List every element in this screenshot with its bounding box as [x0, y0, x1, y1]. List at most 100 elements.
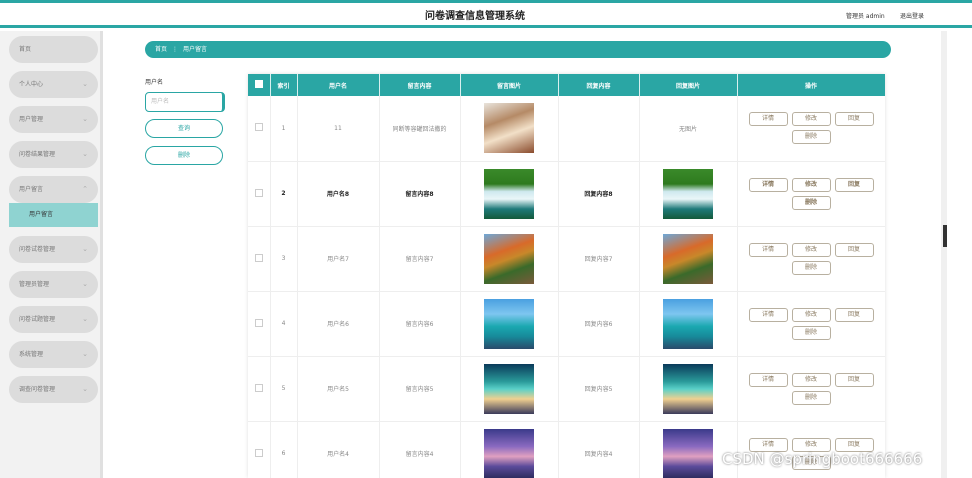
breadcrumb-home[interactable]: 首页: [155, 46, 167, 53]
reply-cell: 回复内容7: [558, 226, 640, 292]
reply-cell: [558, 96, 640, 162]
sidebar-item-label: 个人中心: [19, 81, 44, 88]
detail-button[interactable]: 详情: [748, 177, 788, 192]
sidebar-item-label: 问卷结果管理: [19, 151, 56, 158]
delete-selected-button[interactable]: 删除: [145, 146, 223, 165]
reply-image: [663, 363, 713, 414]
content-cell: 留言内容6: [379, 291, 461, 357]
content-cell: 留言内容8: [379, 161, 461, 227]
sidebar-item-label: 用户管理: [19, 116, 44, 123]
row-checkbox[interactable]: [254, 318, 263, 327]
message-image: [484, 428, 534, 478]
username-cell: 用户名6: [297, 291, 380, 357]
row-checkbox[interactable]: [254, 188, 263, 197]
app-title: 问卷调查信息管理系统: [425, 11, 525, 22]
sidebar-item-home[interactable]: 首页: [9, 36, 98, 63]
column-header: 用户名: [297, 74, 380, 96]
delete-button[interactable]: 删除: [791, 260, 831, 275]
delete-button[interactable]: 删除: [791, 390, 831, 405]
chevron-down-icon: ⌄: [82, 245, 88, 253]
chevron-down-icon: ⌄: [82, 280, 88, 288]
sidebar-item-survey-results[interactable]: 问卷结果管理 ⌄: [9, 141, 98, 168]
edit-button[interactable]: 修改: [791, 372, 831, 387]
column-header: 回复图片: [639, 74, 738, 96]
message-image: [484, 103, 534, 154]
sidebar-item-user-messages[interactable]: 用户留言 ⌃: [9, 176, 98, 203]
message-image: [484, 168, 534, 219]
column-header: 操作: [737, 74, 885, 96]
select-all-checkbox[interactable]: [254, 80, 263, 88]
content-cell: 同断等容罐回法撒的: [379, 96, 461, 162]
username-search-input[interactable]: 用户名: [145, 92, 225, 112]
detail-button[interactable]: 详情: [748, 112, 788, 127]
row-checkbox[interactable]: [254, 383, 263, 392]
search-button[interactable]: 查询: [145, 119, 223, 138]
username-cell: 用户名4: [297, 421, 380, 478]
reply-button[interactable]: 回复: [834, 112, 874, 127]
chevron-down-icon: ⌄: [82, 115, 88, 123]
sidebar-item-label: 调查问卷管理: [19, 386, 56, 393]
index-cell: 5: [270, 356, 298, 422]
message-image: [484, 363, 534, 414]
column-header: 留言图片: [460, 74, 559, 96]
sidebar-item-label: 用户留言: [19, 186, 44, 193]
edit-button[interactable]: 修改: [791, 307, 831, 322]
edit-button[interactable]: 修改: [791, 242, 831, 257]
reply-image-cell: 无图片: [639, 96, 738, 162]
page-scrollbar-thumb[interactable]: [943, 225, 947, 247]
column-header: 回复内容: [558, 74, 640, 96]
delete-button[interactable]: 删除: [791, 195, 831, 210]
reply-image: [663, 168, 713, 219]
row-checkbox[interactable]: [254, 123, 263, 132]
row-actions: 详情 修改 回复删除: [746, 241, 876, 277]
sidebar-item-system-management[interactable]: 系统管理 ⌄: [9, 341, 98, 368]
message-image: [484, 233, 534, 284]
table-header-row: 索引 用户名 留言内容 留言图片 回复内容 回复图片 操作: [248, 74, 885, 96]
sidebar-item-label: 系统管理: [19, 351, 44, 358]
reply-button[interactable]: 回复: [834, 177, 874, 192]
row-actions: 详情 修改 回复删除: [746, 306, 876, 342]
row-actions: 详情 修改 回复删除: [746, 110, 876, 146]
sidebar-item-admin-management[interactable]: 管理员管理 ⌄: [9, 271, 98, 298]
row-checkbox[interactable]: [254, 253, 263, 262]
content-cell: 留言内容7: [379, 226, 461, 292]
table-row: 3 用户名7 留言内容7 回复内容7 详情 修改 回复删除: [248, 226, 885, 292]
sidebar-item-survey-papers[interactable]: 问卷试卷管理 ⌄: [9, 236, 98, 263]
detail-button[interactable]: 详情: [748, 307, 788, 322]
reply-button[interactable]: 回复: [834, 242, 874, 257]
reply-cell: 回复内容8: [558, 161, 640, 227]
logout-link[interactable]: 退出登录: [900, 11, 924, 20]
username-filter-label: 用户名: [145, 79, 164, 86]
index-cell: 2: [270, 161, 298, 227]
sidebar: 首页 个人中心 ⌄ 用户管理 ⌄ 问卷结果管理 ⌄ 用户留言 ⌃ 用户留言 问卷试卷管理…: [0, 31, 103, 478]
sidebar-item-personal-center[interactable]: 个人中心 ⌄: [9, 71, 98, 98]
sidebar-item-label: 问卷试题管理: [19, 316, 56, 323]
delete-button[interactable]: 删除: [791, 130, 831, 145]
reply-cell: 回复内容4: [558, 421, 640, 478]
index-cell: 3: [270, 226, 298, 292]
page-scrollbar[interactable]: [941, 31, 947, 478]
table-row: 4 用户名6 留言内容6 回复内容6 详情 修改 回复删除: [248, 291, 885, 357]
sidebar-item-survey-questions[interactable]: 问卷试题管理 ⌄: [9, 306, 98, 333]
sidebar-item-label: 问卷试卷管理: [19, 246, 56, 253]
admin-label: 管理员 admin: [846, 13, 885, 20]
delete-button[interactable]: 删除: [791, 325, 831, 340]
edit-button[interactable]: 修改: [791, 112, 831, 127]
edit-button[interactable]: 修改: [791, 177, 831, 192]
username-cell: 用户名8: [297, 161, 380, 227]
sidebar-subitem-user-messages[interactable]: 用户留言: [9, 203, 98, 227]
row-checkbox[interactable]: [254, 448, 263, 457]
message-image: [484, 298, 534, 349]
reply-button[interactable]: 回复: [834, 372, 874, 387]
reply-cell: 回复内容5: [558, 356, 640, 422]
row-actions: 详情 修改 回复删除: [746, 176, 876, 212]
reply-image: [663, 233, 713, 284]
sidebar-item-user-management[interactable]: 用户管理 ⌄: [9, 106, 98, 133]
reply-button[interactable]: 回复: [834, 307, 874, 322]
column-header: 索引: [270, 74, 298, 96]
chevron-down-icon: ⌄: [82, 385, 88, 393]
sidebar-item-questionnaire-management[interactable]: 调查问卷管理 ⌄: [9, 376, 98, 403]
chevron-down-icon: ⌄: [82, 315, 88, 323]
detail-button[interactable]: 详情: [748, 242, 788, 257]
detail-button[interactable]: 详情: [748, 372, 788, 387]
